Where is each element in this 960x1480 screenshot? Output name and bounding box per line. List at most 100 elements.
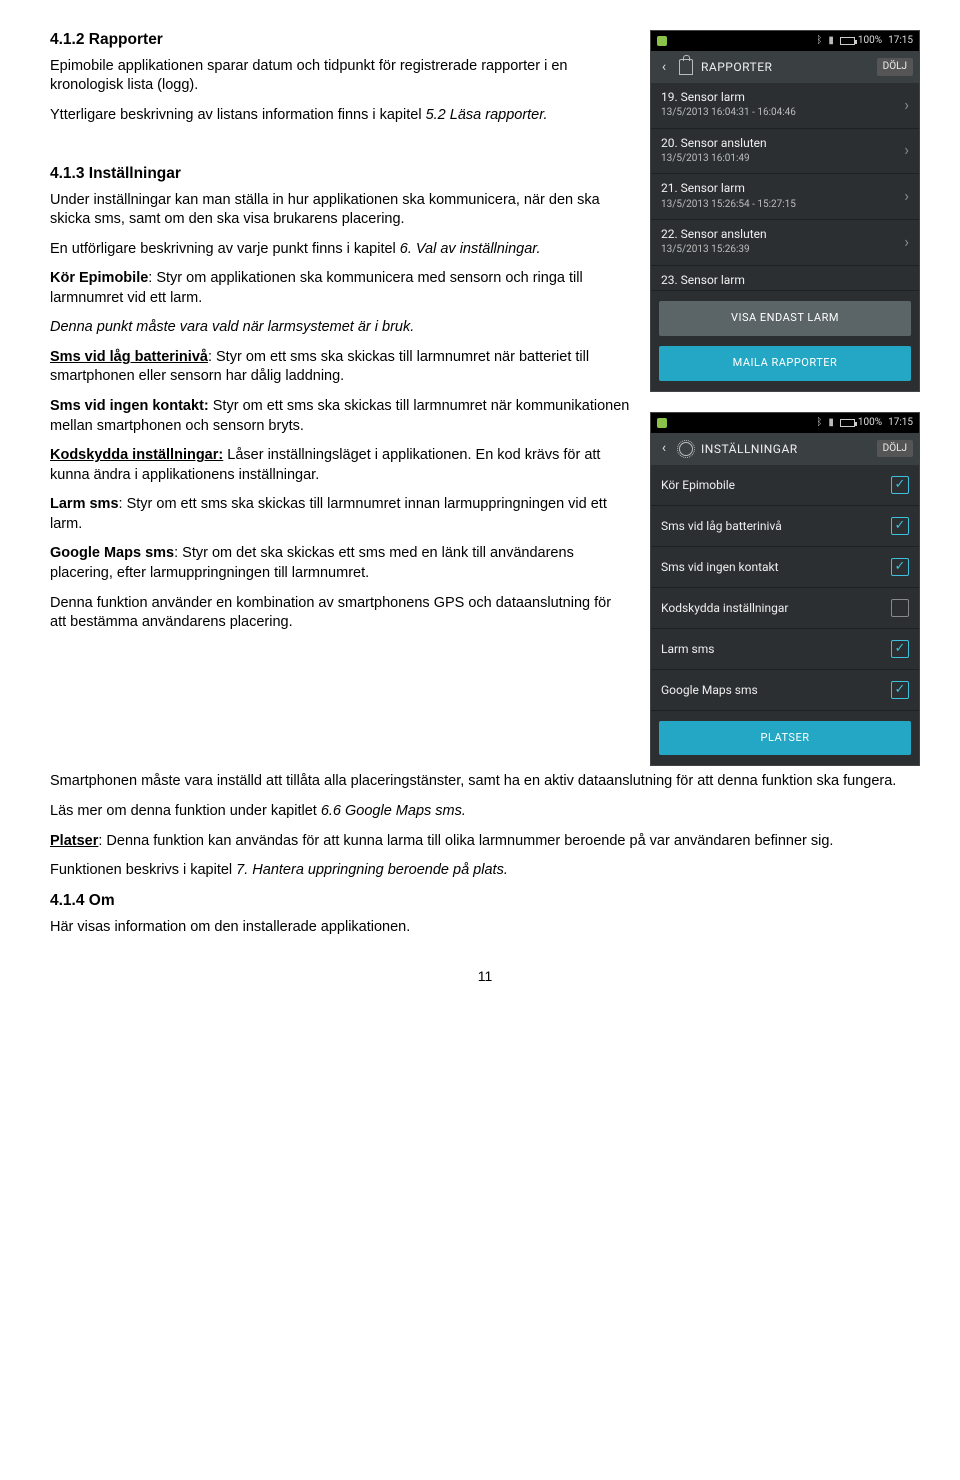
clipboard-icon	[679, 59, 693, 75]
text-italic: 7. Hantera uppringning beroende på plats…	[236, 862, 508, 878]
text: Ytterligare beskrivning av listans infor…	[50, 107, 426, 123]
gear-icon	[679, 442, 693, 456]
para: Läs mer om denna funktion under kapitlet…	[50, 802, 920, 822]
report-list: 19. Sensor larm 13/5/2013 16:04:31 - 16:…	[651, 83, 919, 291]
label-alarm-sms: Larm sms	[50, 496, 119, 512]
report-title: 22. Sensor ansluten	[661, 226, 898, 242]
label-sms-low-battery: Sms vid låg batterinivå	[50, 349, 208, 365]
text: Funktionen beskrivs i kapitel	[50, 862, 236, 878]
android-icon	[657, 418, 667, 428]
bluetooth-icon: ᛒ	[816, 416, 822, 430]
para-italic: Denna punkt måste vara vald när larmsyst…	[50, 318, 630, 338]
setting-row-sms-no-contact[interactable]: Sms vid ingen kontakt	[651, 547, 919, 588]
status-bar: ᛒ ▮ 100% 17:15	[651, 31, 919, 51]
report-subtitle: 13/5/2013 16:04:31 - 16:04:46	[661, 106, 898, 120]
para: Larm sms: Styr om ett sms ska skickas ti…	[50, 495, 630, 534]
checkbox-icon[interactable]	[891, 517, 909, 535]
label-places: Platser	[50, 833, 98, 849]
para: Platser: Denna funktion kan användas för…	[50, 832, 920, 852]
battery-percent: 100%	[858, 416, 882, 430]
report-title: 21. Sensor larm	[661, 180, 898, 196]
heading-4-1-4: 4.1.4 Om	[50, 891, 920, 912]
label-google-maps-sms: Google Maps sms	[50, 545, 174, 561]
text: Läs mer om denna funktion under kapitlet	[50, 803, 321, 819]
list-item[interactable]: 23. Sensor larm	[651, 266, 919, 291]
chevron-right-icon: ›	[904, 231, 909, 253]
checkbox-icon[interactable]	[891, 681, 909, 699]
page-number: 11	[50, 967, 920, 986]
setting-label: Google Maps sms	[661, 682, 758, 698]
status-bar: ᛒ ▮ 100% 17:15	[651, 413, 919, 433]
para: En utförligare beskrivning av varje punk…	[50, 240, 630, 260]
para: Under inställningar kan man ställa in hu…	[50, 191, 630, 230]
para: Smartphonen måste vara inställd att till…	[50, 772, 920, 792]
settings-list: Kör Epimobile Sms vid låg batterinivå Sm…	[651, 465, 919, 711]
appbar-title: RAPPORTER	[701, 59, 869, 75]
battery-indicator: 100%	[840, 416, 882, 430]
battery-percent: 100%	[858, 34, 882, 48]
text: : Styr om ett sms ska skickas till larmn…	[50, 496, 607, 532]
appbar-title: INSTÄLLNINGAR	[701, 441, 869, 457]
report-subtitle: 13/5/2013 16:01:49	[661, 152, 898, 166]
text: En utförligare beskrivning av varje punk…	[50, 241, 400, 257]
para: Ytterligare beskrivning av listans infor…	[50, 106, 630, 126]
para: Epimobile applikationen sparar datum och…	[50, 57, 630, 96]
mail-reports-button[interactable]: MAILA RAPPORTER	[659, 346, 911, 381]
report-title: 20. Sensor ansluten	[661, 135, 898, 151]
status-time: 17:15	[888, 34, 913, 48]
text-italic: 6. Val av inställningar.	[400, 241, 541, 257]
list-item[interactable]: 19. Sensor larm 13/5/2013 16:04:31 - 16:…	[651, 83, 919, 129]
label-sms-no-contact: Sms vid ingen kontakt:	[50, 398, 209, 414]
para: Denna funktion använder en kombination a…	[50, 594, 630, 633]
checkbox-icon[interactable]	[891, 599, 909, 617]
text-italic: 5.2 Läsa rapporter.	[426, 107, 548, 123]
places-button[interactable]: PLATSER	[659, 721, 911, 756]
status-time: 17:15	[888, 416, 913, 430]
list-item[interactable]: 20. Sensor ansluten 13/5/2013 16:01:49 ›	[651, 129, 919, 175]
setting-row-google-maps-sms[interactable]: Google Maps sms	[651, 670, 919, 711]
battery-indicator: 100%	[840, 34, 882, 48]
list-item[interactable]: 21. Sensor larm 13/5/2013 15:26:54 - 15:…	[651, 174, 919, 220]
report-title: 23. Sensor larm	[661, 272, 909, 288]
para: Sms vid låg batterinivå: Styr om ett sms…	[50, 348, 630, 387]
checkbox-icon[interactable]	[891, 558, 909, 576]
android-icon	[657, 36, 667, 46]
report-subtitle: 13/5/2013 15:26:39	[661, 243, 898, 257]
setting-row-lock-settings[interactable]: Kodskydda inställningar	[651, 588, 919, 629]
text-italic: 6.6 Google Maps sms.	[321, 803, 466, 819]
para: Google Maps sms: Styr om det ska skickas…	[50, 544, 630, 583]
setting-label: Kodskydda inställningar	[661, 600, 788, 616]
app-bar: ‹ INSTÄLLNINGAR DÖLJ	[651, 433, 919, 465]
setting-label: Sms vid låg batterinivå	[661, 518, 782, 534]
chevron-right-icon: ›	[904, 185, 909, 207]
report-subtitle: 13/5/2013 15:26:54 - 15:27:15	[661, 198, 898, 212]
signal-icon: ▮	[828, 416, 834, 430]
report-title: 19. Sensor larm	[661, 89, 898, 105]
para: Kör Epimobile: Styr om applikationen ska…	[50, 269, 630, 308]
signal-icon: ▮	[828, 34, 834, 48]
list-item[interactable]: 22. Sensor ansluten 13/5/2013 15:26:39 ›	[651, 220, 919, 266]
para: Sms vid ingen kontakt: Styr om ett sms s…	[50, 397, 630, 436]
label-kor-epimobile: Kör Epimobile	[50, 270, 148, 286]
hide-button[interactable]: DÖLJ	[877, 440, 913, 458]
setting-row-alarm-sms[interactable]: Larm sms	[651, 629, 919, 670]
show-only-alarms-button[interactable]: VISA ENDAST LARM	[659, 301, 911, 336]
app-bar: ‹ RAPPORTER DÖLJ	[651, 51, 919, 83]
setting-row-run-epimobile[interactable]: Kör Epimobile	[651, 465, 919, 506]
heading-4-1-2: 4.1.2 Rapporter	[50, 30, 630, 51]
setting-label: Larm sms	[661, 641, 714, 657]
label-lock-settings: Kodskydda inställningar:	[50, 447, 223, 463]
hide-button[interactable]: DÖLJ	[877, 58, 913, 76]
checkbox-icon[interactable]	[891, 476, 909, 494]
setting-label: Kör Epimobile	[661, 477, 735, 493]
text: : Denna funktion kan användas för att ku…	[98, 833, 833, 849]
checkbox-icon[interactable]	[891, 640, 909, 658]
setting-row-sms-low-battery[interactable]: Sms vid låg batterinivå	[651, 506, 919, 547]
para: Här visas information om den installerad…	[50, 918, 920, 938]
back-icon[interactable]: ‹	[657, 58, 671, 77]
bluetooth-icon: ᛒ	[816, 34, 822, 48]
chevron-right-icon: ›	[904, 94, 909, 116]
screenshot-settings: ᛒ ▮ 100% 17:15 ‹ INSTÄLLNINGAR DÖLJ Kör …	[650, 412, 920, 767]
chevron-right-icon: ›	[904, 139, 909, 161]
back-icon[interactable]: ‹	[657, 439, 671, 458]
